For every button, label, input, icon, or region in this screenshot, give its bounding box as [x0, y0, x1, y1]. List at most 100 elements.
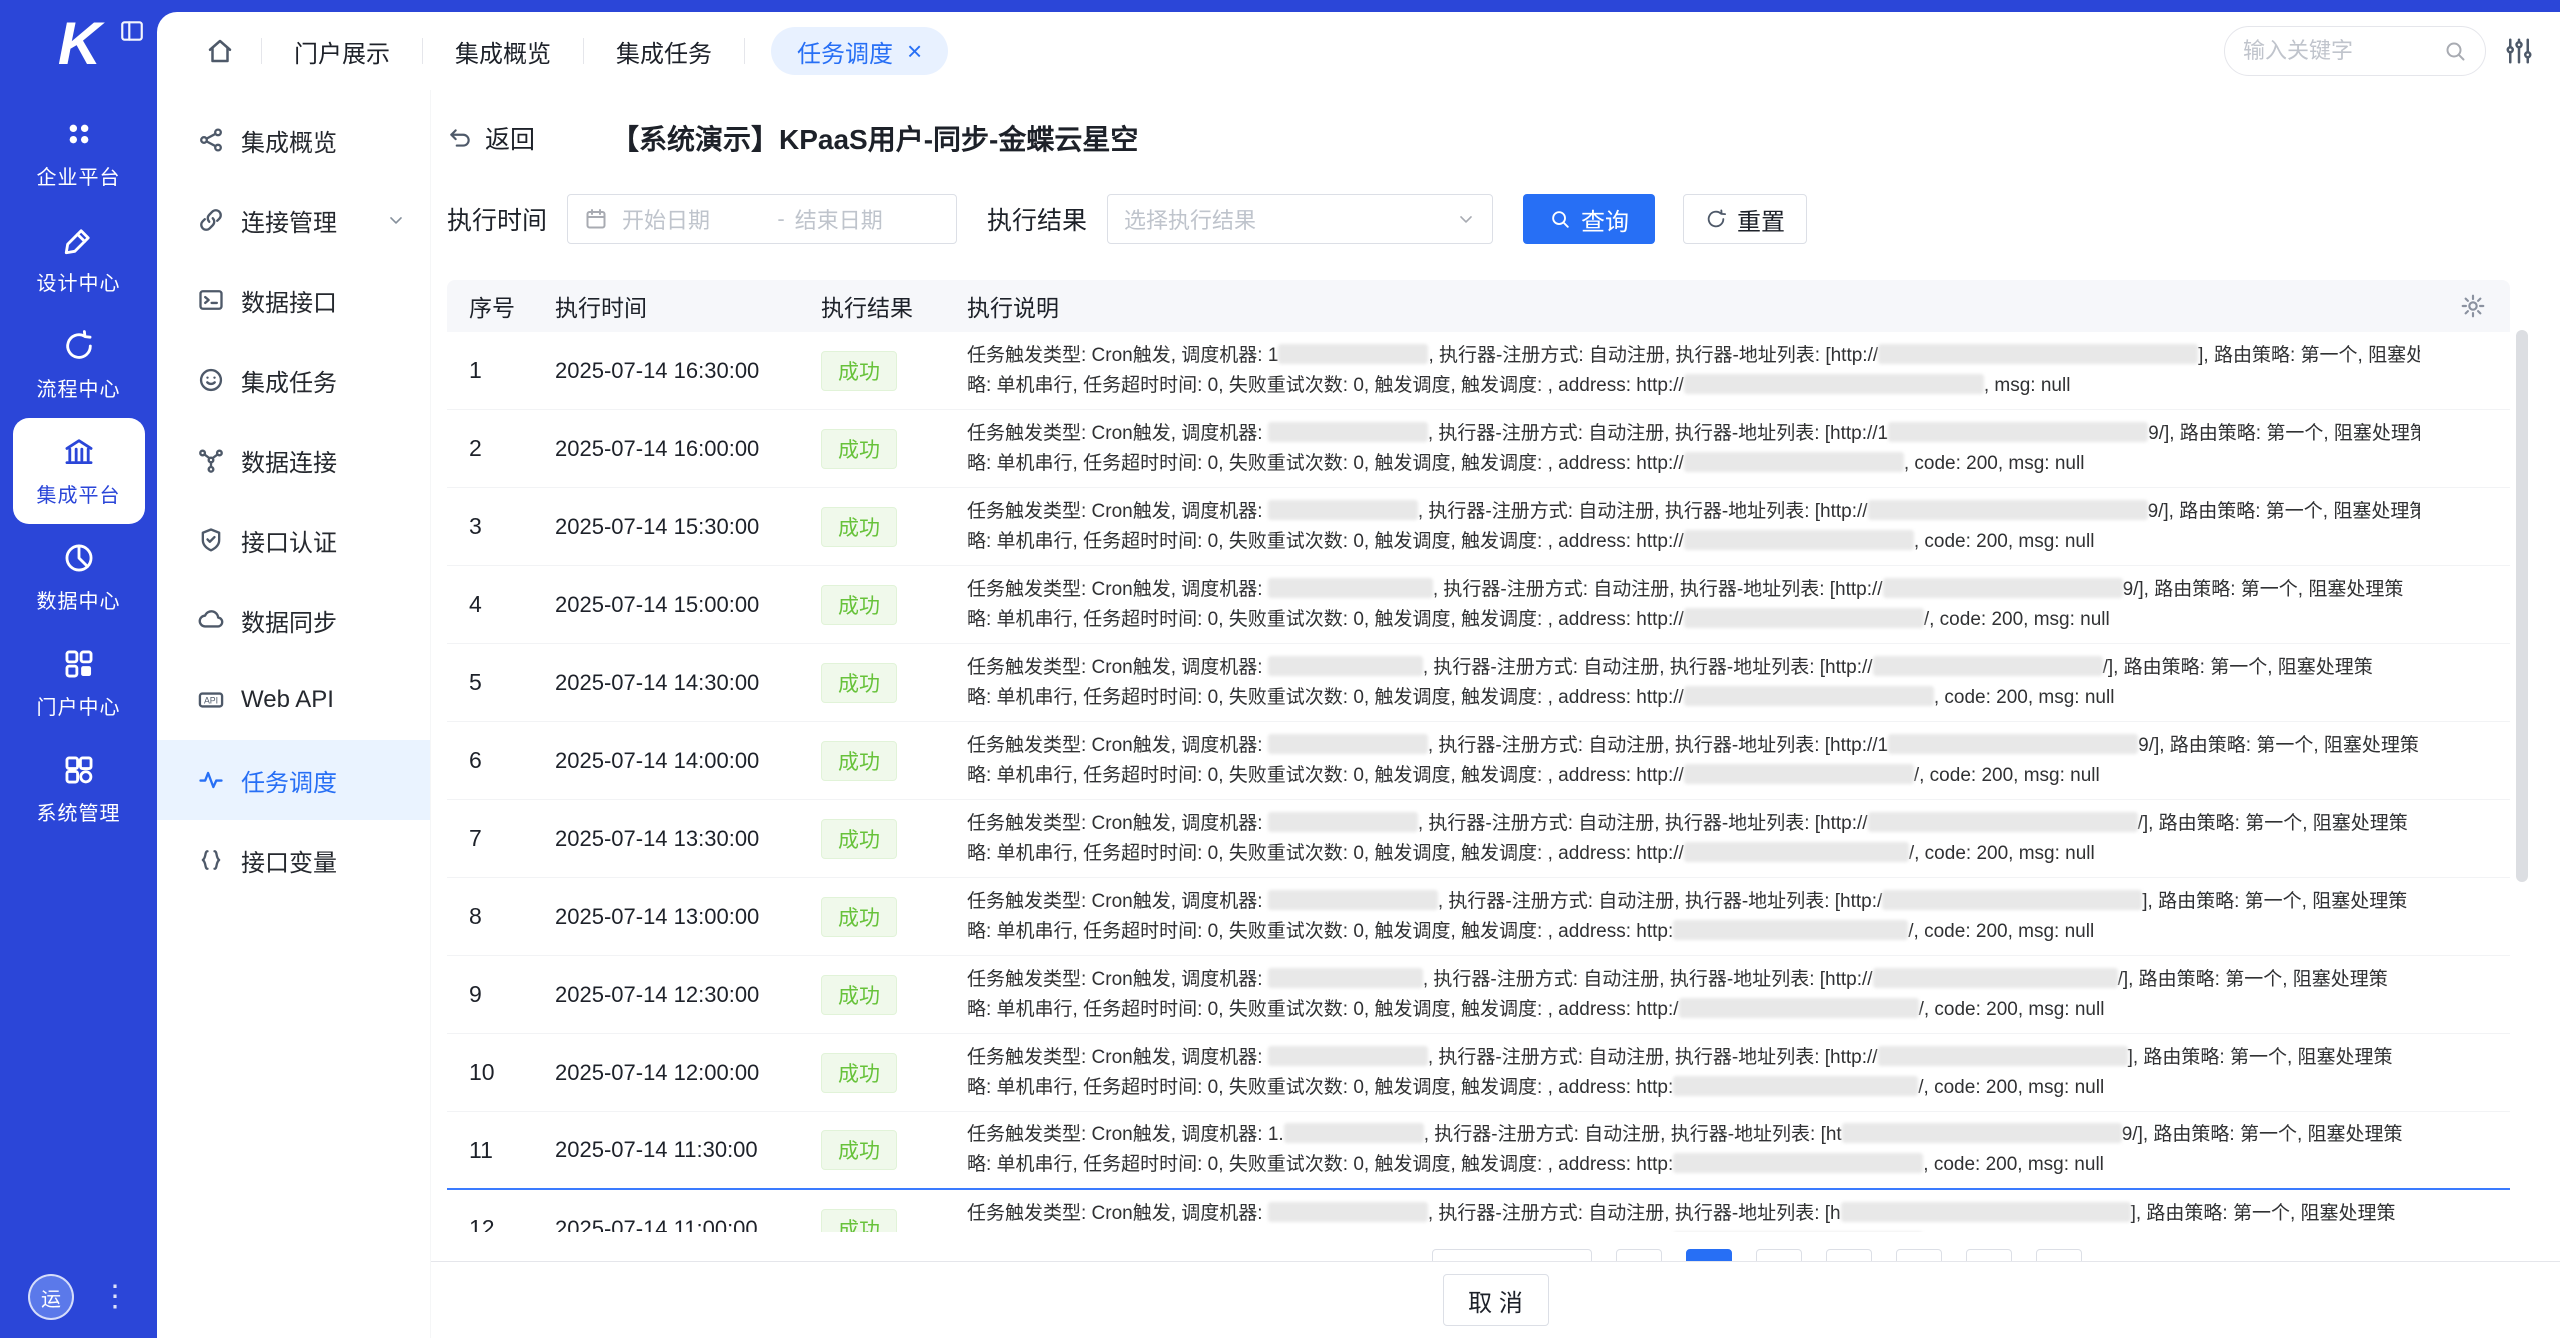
- cell-description: 任务触发类型: Cron触发, 调度机器: , 执行器-注册方式: 自动注册, …: [967, 419, 2510, 479]
- table-row[interactable]: 8 2025-07-14 13:00:00 成功 任务触发类型: Cron触发,…: [447, 878, 2510, 956]
- description-line-1: 任务触发类型: Cron触发, 调度机器: , 执行器-注册方式: 自动注册, …: [967, 887, 2420, 917]
- header-seq: 序号: [447, 289, 555, 323]
- cell-seq: 7: [447, 825, 555, 852]
- main-content: 返回 【系统演示】KPaaS用户-同步-金蝶云星空 执行时间 开始日期 - 结束…: [431, 90, 2560, 1338]
- table-row[interactable]: 3 2025-07-14 15:30:00 成功 任务触发类型: Cron触发,…: [447, 488, 2510, 566]
- sidebar-item[interactable]: 连接管理: [157, 180, 430, 260]
- user-avatar[interactable]: 运: [28, 1274, 74, 1320]
- cell-description: 任务触发类型: Cron触发, 调度机器: 1, 执行器-注册方式: 自动注册,…: [967, 341, 2510, 401]
- vertical-scrollbar[interactable]: [2516, 330, 2528, 882]
- cell-result: 成功: [821, 819, 967, 859]
- table-header: 序号 执行时间 执行结果 执行说明: [447, 280, 2510, 332]
- table-row[interactable]: 11 2025-07-14 11:30:00 成功 任务触发类型: Cron触发…: [447, 1112, 2510, 1190]
- description-line-2: 略: 单机串行, 任务超时时间: 0, 失败重试次数: 0, 触发调度, 触发调…: [967, 761, 2420, 791]
- result-select[interactable]: 选择执行结果: [1107, 194, 1493, 244]
- description-line-1: 任务触发类型: Cron触发, 调度机器: 1., 执行器-注册方式: 自动注册…: [967, 1120, 2420, 1150]
- description-line-2: 略: 单机串行, 任务超时时间: 0, 失败重试次数: 0, 触发调度, 触发调…: [967, 1073, 2420, 1103]
- auth-icon: [197, 526, 225, 554]
- filter-sliders-icon[interactable]: [2504, 36, 2534, 66]
- cell-time: 2025-07-14 16:30:00: [555, 358, 821, 384]
- description-line-1: 任务触发类型: Cron触发, 调度机器: , 执行器-注册方式: 自动注册, …: [967, 497, 2420, 527]
- close-tab-icon[interactable]: ×: [907, 38, 922, 64]
- table-row[interactable]: 1 2025-07-14 16:30:00 成功 任务触发类型: Cron触发,…: [447, 332, 2510, 410]
- topbar-tab[interactable]: 集成概览: [449, 34, 557, 69]
- description-line-2: 略: 单机串行, 任务超时时间: 0, 失败重试次数: 0, 触发调度, 触发调…: [967, 1150, 2420, 1180]
- redacted-text: [1868, 812, 2138, 832]
- topbar-tab[interactable]: 集成任务: [610, 34, 718, 69]
- sidebar-footer: 运 ⋮: [0, 1274, 157, 1320]
- cell-result: 成功: [821, 741, 967, 781]
- redacted-text: [1842, 1123, 2122, 1143]
- data-interface-icon: [197, 286, 225, 314]
- chevron-down-icon[interactable]: [386, 210, 406, 230]
- table-row[interactable]: 2 2025-07-14 16:00:00 成功 任务触发类型: Cron触发,…: [447, 410, 2510, 488]
- divider: [261, 38, 262, 64]
- home-icon[interactable]: [205, 36, 235, 66]
- redacted-text: [1268, 1046, 1428, 1066]
- end-date-placeholder[interactable]: 结束日期: [795, 203, 940, 235]
- sidebar-item[interactable]: 接口认证: [157, 500, 430, 580]
- query-button[interactable]: 查询: [1523, 194, 1655, 244]
- table-row[interactable]: 10 2025-07-14 12:00:00 成功 任务触发类型: Cron触发…: [447, 1034, 2510, 1112]
- sidebar-item-label: 数据同步: [241, 603, 337, 638]
- web-api-icon: API: [197, 686, 225, 714]
- keyword-search: [2224, 26, 2486, 76]
- back-button[interactable]: 返回: [447, 120, 535, 156]
- cell-seq: 5: [447, 669, 555, 696]
- sidebar-item[interactable]: 数据连接: [157, 420, 430, 500]
- search-icon: [1549, 208, 1571, 230]
- sidebar-item[interactable]: 集成任务: [157, 340, 430, 420]
- reset-button[interactable]: 重置: [1683, 194, 1807, 244]
- table-row[interactable]: 7 2025-07-14 13:30:00 成功 任务触发类型: Cron触发,…: [447, 800, 2510, 878]
- start-date-placeholder[interactable]: 开始日期: [622, 203, 767, 235]
- description-line-2: 略: 单机串行, 任务超时时间: 0, 失败重试次数: 0, 触发调度, 触发调…: [967, 995, 2420, 1025]
- tab-divider: [583, 38, 584, 64]
- primary-nav-item[interactable]: 企业平台: [13, 100, 145, 206]
- flow-icon: [62, 329, 96, 363]
- active-tab-task-schedule[interactable]: 任务调度 ×: [771, 27, 948, 75]
- content-card: 门户展示 集成概览 集成任务 任务调度 × 集成概览: [157, 12, 2560, 1338]
- cell-description: 任务触发类型: Cron触发, 调度机器: , 执行器-注册方式: 自动注册, …: [967, 731, 2510, 791]
- sidebar-item[interactable]: 数据同步: [157, 580, 430, 660]
- variable-icon: [197, 846, 225, 874]
- sidebar-item[interactable]: 数据接口: [157, 260, 430, 340]
- primary-nav-item[interactable]: 集成平台: [13, 418, 145, 524]
- table-row[interactable]: 6 2025-07-14 14:00:00 成功 任务触发类型: Cron触发,…: [447, 722, 2510, 800]
- search-icon[interactable]: [2443, 39, 2467, 63]
- primary-nav-label: 系统管理: [37, 797, 121, 826]
- date-range-picker[interactable]: 开始日期 - 结束日期: [567, 194, 957, 244]
- status-badge: 成功: [821, 1053, 897, 1093]
- cell-result: 成功: [821, 1053, 967, 1093]
- collapse-sidebar-icon[interactable]: [119, 18, 145, 44]
- table-row[interactable]: 12 2025-07-14 11:00:00 成功 任务触发类型: Cron触发…: [447, 1190, 2510, 1232]
- integration-icon: [62, 435, 96, 469]
- cell-time: 2025-07-14 14:30:00: [555, 670, 821, 696]
- cell-description: 任务触发类型: Cron触发, 调度机器: , 执行器-注册方式: 自动注册, …: [967, 575, 2510, 635]
- table-row[interactable]: 4 2025-07-14 15:00:00 成功 任务触发类型: Cron触发,…: [447, 566, 2510, 644]
- description-line-1: 任务触发类型: Cron触发, 调度机器: , 执行器-注册方式: 自动注册, …: [967, 809, 2420, 839]
- table-row[interactable]: 9 2025-07-14 12:30:00 成功 任务触发类型: Cron触发,…: [447, 956, 2510, 1034]
- cancel-button[interactable]: 取 消: [1443, 1274, 1549, 1326]
- table-settings-gear-icon[interactable]: [2460, 293, 2486, 319]
- search-input[interactable]: [2243, 38, 2443, 64]
- sidebar-item[interactable]: 集成概览: [157, 100, 430, 180]
- description-line-2: 略: 单机串行, 任务超时时间: 0, 失败重试次数: 0, 触发调度, 触发调…: [967, 605, 2420, 635]
- sidebar-item[interactable]: 任务调度: [157, 740, 430, 820]
- sidebar-item[interactable]: API Web API: [157, 660, 430, 740]
- top-bar: 门户展示 集成概览 集成任务 任务调度 ×: [157, 12, 2560, 90]
- table-row[interactable]: 5 2025-07-14 14:30:00 成功 任务触发类型: Cron触发,…: [447, 644, 2510, 722]
- description-line-2: 略: 单机串行, 任务超时时间: 0, 失败重试次数: 0, 触发调度, 触发调…: [967, 1229, 2420, 1233]
- more-options-icon[interactable]: ⋮: [100, 1282, 130, 1312]
- topbar-tab[interactable]: 门户展示: [288, 34, 396, 69]
- cell-seq: 2: [447, 435, 555, 462]
- primary-nav-item[interactable]: 数据中心: [13, 524, 145, 630]
- redacted-text: [1888, 734, 2138, 754]
- drawer-footer: 取 消: [431, 1261, 2560, 1338]
- primary-nav-item[interactable]: 流程中心: [13, 312, 145, 418]
- primary-nav-item[interactable]: 门户中心: [13, 630, 145, 736]
- data-center-icon: [62, 541, 96, 575]
- description-line-1: 任务触发类型: Cron触发, 调度机器: , 执行器-注册方式: 自动注册, …: [967, 965, 2420, 995]
- primary-nav-item[interactable]: 系统管理: [13, 736, 145, 842]
- primary-nav-item[interactable]: 设计中心: [13, 206, 145, 312]
- sidebar-item[interactable]: 接口变量: [157, 820, 430, 900]
